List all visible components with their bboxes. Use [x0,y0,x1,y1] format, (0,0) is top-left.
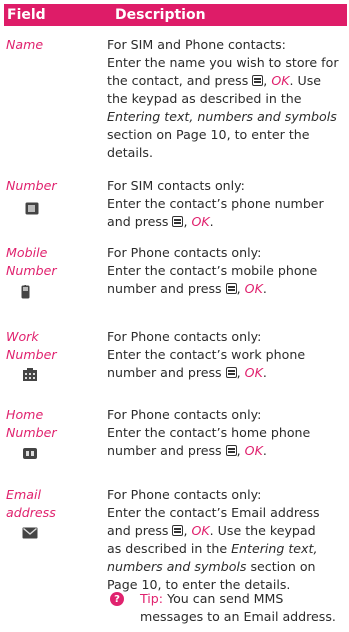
description-email: For Phone contacts only: Enter the conta… [107,487,320,592]
sim-card-icon [24,201,40,215]
table-header: Field Description [4,4,347,26]
description-work: For Phone contacts only: Enter the conta… [107,329,306,380]
description-number: For SIM contacts only: Enter the contact… [107,178,324,229]
softkey-icon [172,216,184,227]
question-icon: ? [110,592,124,606]
softkey-icon [225,367,237,378]
field-mobile-number: Mobile Number [6,245,57,278]
tip-label: Tip: [140,591,164,606]
office-building-icon [22,368,38,382]
ok-label: OK [191,523,210,538]
ok-label: OK [191,214,210,229]
ok-label: OK [271,73,290,88]
ok-label: OK [244,443,263,458]
field-email-address: Email address [6,487,56,520]
field-home-number: Home Number [6,407,57,440]
description-mobile: For Phone contacts only: Enter the conta… [107,245,318,296]
softkey-icon [225,283,237,294]
field-number: Number [6,178,57,193]
field-column-header: Field [7,7,46,23]
field-work-number: Work Number [6,329,57,362]
softkey-icon [252,75,264,86]
home-icon [22,446,38,460]
description-name: For SIM and Phone contacts: Enter the na… [107,37,339,160]
ok-label: OK [244,365,263,380]
description-column-header: Description [115,7,206,23]
field-name: Name [6,37,44,52]
softkey-icon [225,445,237,456]
envelope-icon [22,526,38,540]
ok-label: OK [244,281,263,296]
softkey-icon [172,525,184,536]
mobile-phone-icon [17,285,33,299]
description-home: For Phone contacts only: Enter the conta… [107,407,311,458]
